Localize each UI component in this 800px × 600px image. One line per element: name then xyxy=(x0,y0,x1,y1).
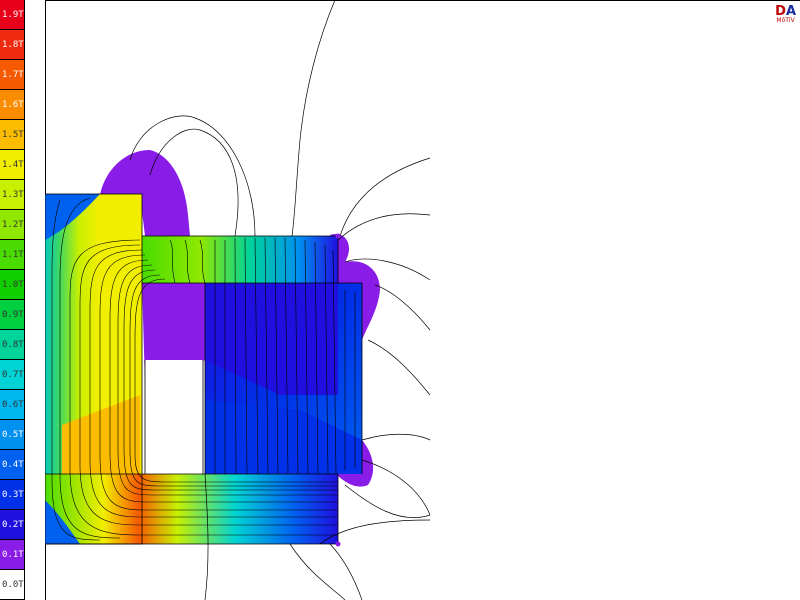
node-marker xyxy=(335,541,341,547)
legend-swatch: 1.5T xyxy=(0,120,25,150)
software-logo: DA MōTīV xyxy=(775,5,796,24)
legend-swatch: 1.7T xyxy=(0,60,25,90)
legend-swatch: 0.4T xyxy=(0,450,25,480)
node-marker xyxy=(335,233,341,239)
legend-swatch: 1.2T xyxy=(0,210,25,240)
legend-swatch: 1.0T xyxy=(0,270,25,300)
field-plot: DA MōTīV xyxy=(45,0,800,600)
legend-swatch: 0.6T xyxy=(0,390,25,420)
field-plot-svg xyxy=(45,0,431,600)
flux-density-legend: 1.9T 1.8T 1.7T 1.6T 1.5T 1.4T 1.3T 1.2T 1.1T 1.0T… xyxy=(0,0,26,600)
legend-swatch: 0.5T xyxy=(0,420,25,450)
logo-caption: MōTīV xyxy=(776,17,795,24)
legend-swatch: 1.4T xyxy=(0,150,25,180)
legend-swatch: 0.3T xyxy=(0,480,25,510)
legend-swatch: 0.2T xyxy=(0,510,25,540)
coil-window xyxy=(145,360,203,474)
legend-swatch: 1.6T xyxy=(0,90,25,120)
legend-swatch: 0.9T xyxy=(0,300,25,330)
legend-swatch: 0.1T xyxy=(0,540,25,570)
legend-swatch: 1.1T xyxy=(0,240,25,270)
legend-swatch: 0.8T xyxy=(0,330,25,360)
legend-swatch: 0.0T xyxy=(0,570,25,600)
legend-swatch: 1.8T xyxy=(0,30,25,60)
legend-swatch: 0.7T xyxy=(0,360,25,390)
legend-swatch: 1.3T xyxy=(0,180,25,210)
legend-swatch: 1.9T xyxy=(0,0,25,30)
core-bottom-yoke xyxy=(45,474,338,544)
